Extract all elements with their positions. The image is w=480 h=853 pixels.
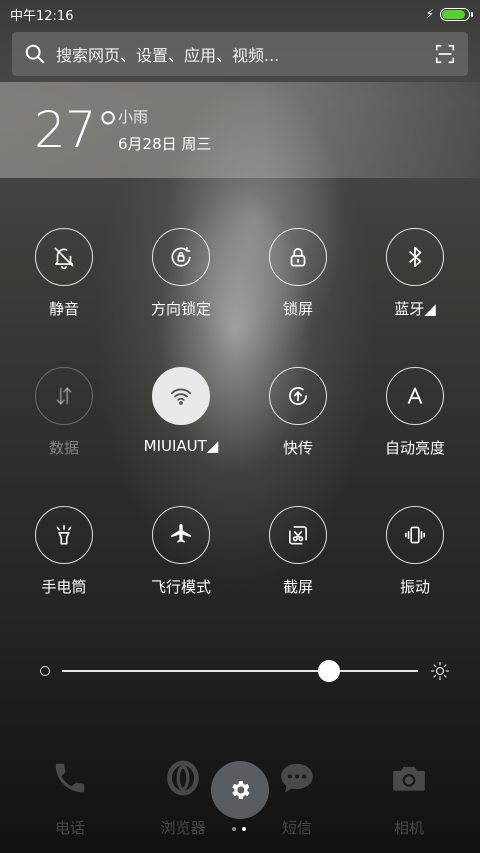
toggle-label: 数据: [48, 439, 79, 457]
data-arrows-icon: [35, 367, 93, 425]
toggle-mute[interactable]: 静音: [14, 228, 114, 319]
dock-messages[interactable]: 短信: [257, 755, 337, 838]
toggle-label: 蓝牙◢: [394, 300, 436, 318]
page-indicator: [232, 827, 246, 831]
toggle-bluetooth[interactable]: 蓝牙◢: [365, 228, 465, 319]
brightness-track[interactable]: [62, 660, 418, 682]
battery-icon: [440, 7, 473, 21]
toggle-flashlight[interactable]: 手电筒: [14, 506, 114, 597]
brightness-low-icon: [40, 666, 50, 676]
toggle-rotation-lock[interactable]: 方向锁定: [131, 228, 231, 319]
page-dot-active: [242, 827, 246, 831]
toggle-label: 静音: [48, 300, 79, 318]
status-time: 中午12:16: [10, 8, 74, 24]
toggle-data[interactable]: 数据: [14, 367, 114, 458]
toggle-label: 锁屏: [282, 300, 313, 318]
airplane-icon: [152, 506, 210, 564]
weather-widget[interactable]: 27° 小雨 6月28日 周三: [0, 82, 480, 178]
scan-icon[interactable]: [434, 43, 456, 65]
search-placeholder: 搜索网页、设置、应用、视频...: [56, 46, 280, 65]
toggle-wifi[interactable]: MIUIAUT◢: [131, 367, 231, 455]
weather-temperature: 27°: [34, 101, 121, 159]
settings-button[interactable]: [211, 761, 269, 819]
toggle-label: 手电筒: [41, 578, 87, 596]
toggle-label: 自动亮度: [384, 439, 445, 457]
rotation-lock-icon: [152, 228, 210, 286]
dock-label: 浏览器: [160, 819, 206, 837]
search-bar[interactable]: 搜索网页、设置、应用、视频...: [12, 32, 468, 76]
toggle-label: 截屏: [282, 578, 313, 596]
toggle-airplane[interactable]: 飞行模式: [131, 506, 231, 597]
toggle-quick-share[interactable]: 快传: [248, 367, 348, 458]
weather-date: 6月28日 周三: [118, 135, 212, 153]
bell-off-icon: [35, 228, 93, 286]
brightness-thumb[interactable]: [318, 660, 340, 682]
wifi-icon: [152, 367, 210, 425]
toggle-auto-brightness[interactable]: 自动亮度: [365, 367, 465, 458]
dock-phone[interactable]: 电话: [30, 755, 110, 838]
auto-brightness-icon: [386, 367, 444, 425]
dock-label: 相机: [393, 819, 424, 837]
lock-icon: [269, 228, 327, 286]
toggle-label: 快传: [282, 439, 313, 457]
flashlight-icon: [35, 506, 93, 564]
vibrate-icon: [386, 506, 444, 564]
share-upload-icon: [269, 367, 327, 425]
search-icon: [25, 44, 45, 64]
screenshot-icon: [269, 506, 327, 564]
toggle-label: 飞行模式: [150, 578, 211, 596]
dock-label: 电话: [54, 819, 85, 837]
bluetooth-icon: [386, 228, 444, 286]
charging-icon: ⚡: [425, 7, 434, 21]
dock-camera[interactable]: 相机: [369, 755, 449, 838]
toggle-label: MIUIAUT◢: [143, 437, 219, 455]
dock-label: 短信: [281, 819, 312, 837]
brightness-high-icon: [431, 662, 449, 680]
weather-condition: 小雨: [118, 108, 149, 126]
toggle-label: 方向锁定: [150, 300, 211, 318]
toggle-label: 振动: [399, 578, 430, 596]
battery-fill: [442, 9, 466, 19]
page-dot: [232, 827, 236, 831]
camera-icon: [369, 755, 449, 801]
toggle-screenshot[interactable]: 截屏: [248, 506, 348, 597]
message-icon: [257, 755, 337, 801]
brightness-slider[interactable]: [40, 660, 450, 682]
gear-icon: [232, 781, 250, 799]
status-bar: 中午12:16 ⚡: [0, 0, 480, 28]
phone-icon: [30, 755, 110, 801]
toggle-vibrate[interactable]: 振动: [365, 506, 465, 597]
toggle-lock-screen[interactable]: 锁屏: [248, 228, 348, 319]
battery-area: ⚡: [425, 7, 473, 21]
